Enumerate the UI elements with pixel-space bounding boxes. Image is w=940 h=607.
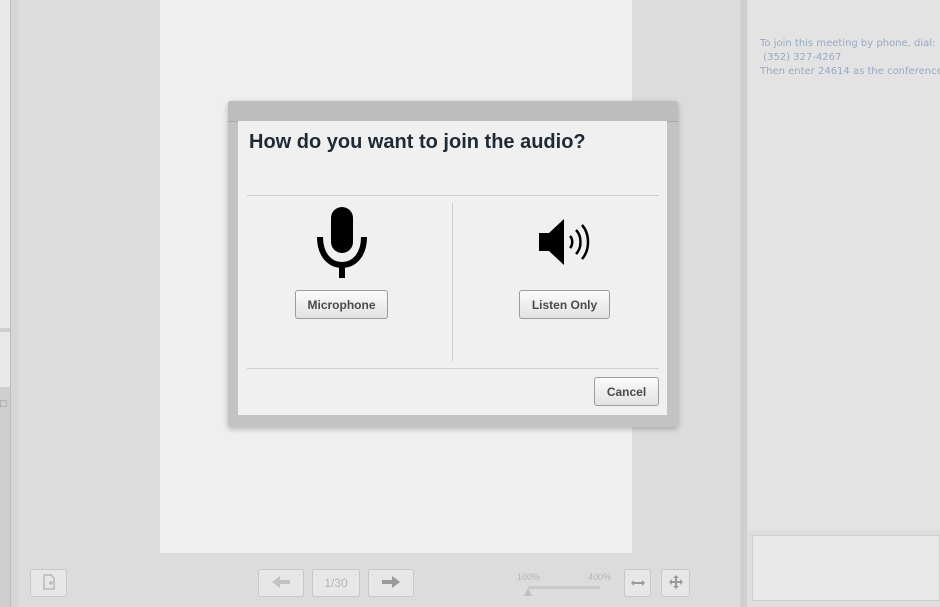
speaker-icon (537, 215, 591, 274)
next-arrow-icon (381, 575, 401, 592)
upload-presentation-button[interactable] (30, 569, 67, 597)
dialin-message: To join this meeting by phone, dial: (35… (760, 37, 940, 79)
audio-dialog-frame: How do you want to join the audio? Micro… (228, 101, 678, 427)
microphone-button[interactable]: Microphone (295, 290, 388, 319)
dialin-line: To join this meeting by phone, dial: (760, 38, 936, 49)
audio-join-dialog: How do you want to join the audio? Micro… (238, 121, 667, 415)
divider (452, 203, 453, 361)
microphone-option: Microphone (242, 205, 442, 325)
microphone-icon (315, 205, 369, 284)
panel-resize-handle[interactable]: □ (0, 397, 8, 411)
left-panel-segment (0, 0, 10, 328)
prev-arrow-icon (271, 575, 291, 592)
divider (247, 368, 659, 369)
left-panel-segment (0, 332, 10, 387)
dialin-line: Then enter 24614 as the conference (760, 66, 940, 77)
fit-width-button[interactable] (624, 569, 651, 597)
pan-button[interactable] (661, 569, 690, 597)
page-indicator-button[interactable]: 1/30 (312, 569, 360, 597)
zoom-max-label: 400% (588, 572, 612, 582)
listen-only-option: Listen Only (464, 205, 664, 325)
dialin-line: (352) 327-4267 (760, 52, 842, 63)
fit-width-icon (630, 576, 645, 590)
upload-presentation-icon (42, 573, 56, 593)
zoom-min-label: 100% (517, 572, 541, 582)
dialog-title: How do you want to join the audio? (249, 131, 586, 153)
zoom-slider-track[interactable] (528, 586, 600, 589)
page-indicator: 1/30 (324, 576, 348, 590)
chat-input[interactable] (752, 535, 940, 601)
divider (247, 195, 659, 196)
dialog-titlebar[interactable] (228, 101, 678, 122)
previous-slide-button[interactable] (258, 569, 304, 597)
cancel-button[interactable]: Cancel (594, 377, 659, 406)
chat-messages-area (748, 0, 940, 530)
pan-icon (668, 574, 683, 592)
zoom-slider-thumb[interactable] (524, 588, 532, 596)
listen-only-button[interactable]: Listen Only (519, 290, 610, 319)
left-panel-edge (0, 0, 11, 607)
next-slide-button[interactable] (368, 569, 414, 597)
